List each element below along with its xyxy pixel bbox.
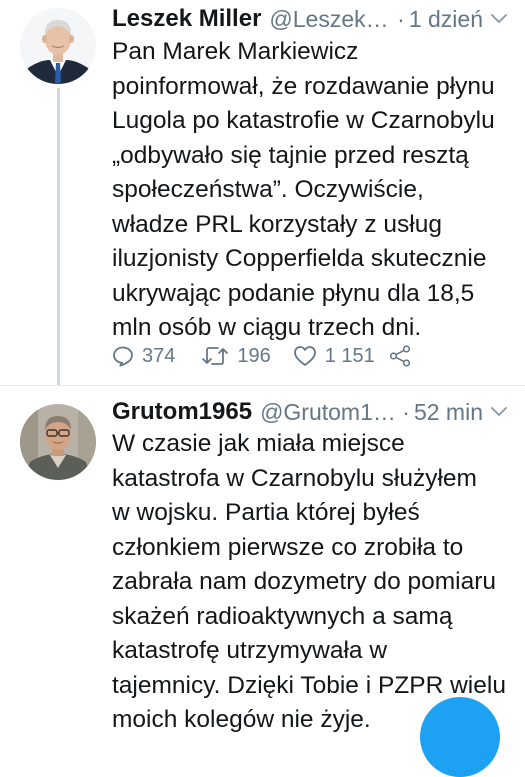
separator-dot: ·: [402, 398, 410, 425]
avatar[interactable]: [20, 404, 96, 480]
tweet-grutom1965[interactable]: Grutom1965 @Grutom1965 · 52 min W czasie…: [0, 386, 525, 733]
timestamp[interactable]: 1 dzień: [409, 6, 483, 33]
retweet-count: 196: [237, 344, 271, 367]
tweet-header: Grutom1965 @Grutom1965 · 52 min: [112, 396, 507, 428]
reply-icon: [112, 345, 134, 367]
chevron-down-icon[interactable]: [491, 407, 507, 417]
tweet-text: W czasie jak miała miejsce katastrofa w …: [112, 430, 506, 733]
like-count: 1 151: [324, 344, 375, 367]
user-handle[interactable]: @Grutom1965: [260, 399, 396, 426]
reply-count: 374: [142, 344, 176, 367]
tweet-text: Pan Marek Markiewicz poinformował, że ro…: [112, 38, 495, 341]
display-name[interactable]: Leszek Miller: [112, 5, 261, 33]
like-button[interactable]: 1 151: [293, 345, 375, 368]
avatar[interactable]: [20, 8, 96, 84]
user-handle[interactable]: @LeszekMiller: [269, 6, 391, 33]
display-name[interactable]: Grutom1965: [112, 398, 252, 426]
tweet-leszek-miller[interactable]: Leszek Miller @LeszekMiller · 1 dzień Pa…: [0, 0, 525, 386]
heart-icon: [293, 345, 317, 367]
retweet-icon: [201, 345, 229, 367]
share-icon: [389, 345, 411, 367]
compose-tweet-button[interactable]: [420, 697, 500, 777]
reply-button[interactable]: 374: [112, 345, 175, 368]
tweet-actions: 374 196 1 151: [112, 342, 411, 370]
retweet-button[interactable]: 196: [201, 344, 271, 368]
share-button[interactable]: [389, 345, 411, 367]
timestamp[interactable]: 52 min: [414, 399, 483, 426]
separator-dot: ·: [397, 5, 405, 32]
tweet-header: Leszek Miller @LeszekMiller · 1 dzień: [112, 3, 507, 35]
chevron-down-icon[interactable]: [491, 14, 507, 24]
thread-line: [57, 88, 60, 386]
